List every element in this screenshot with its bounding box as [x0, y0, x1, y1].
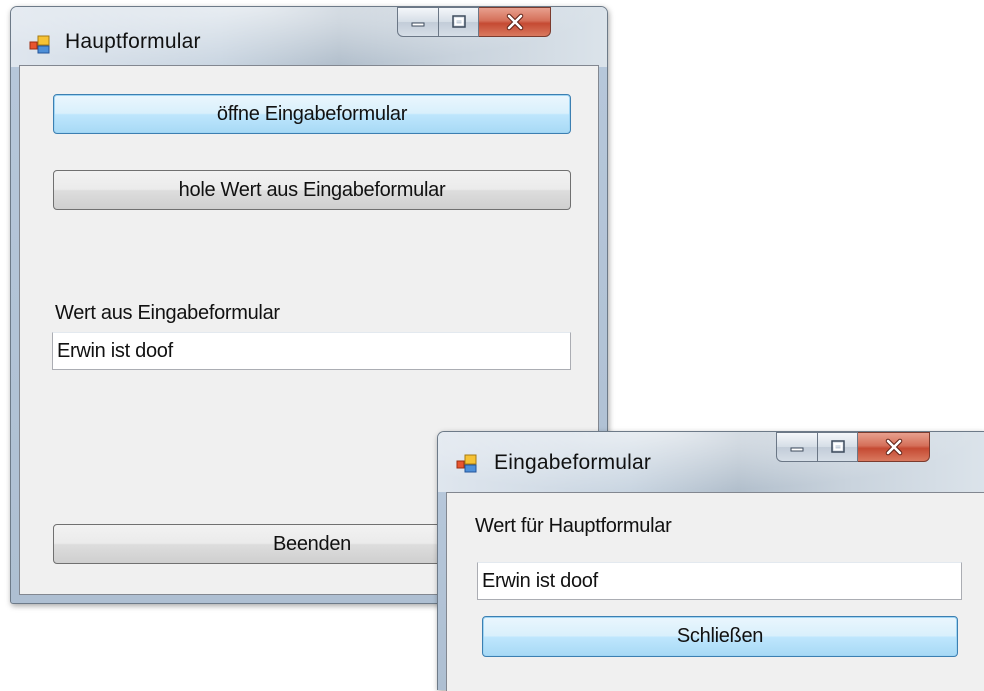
input-form-window: Eingabeformular Wert für Hauptformular S…	[437, 431, 984, 691]
application-icon	[456, 454, 477, 473]
maximize-icon	[451, 15, 466, 28]
input-form-title: Eingabeformular	[494, 451, 652, 474]
input-form-minimize-button[interactable]	[776, 432, 818, 462]
close-form-button[interactable]: Schließen	[482, 616, 958, 657]
close-icon	[885, 438, 902, 456]
open-input-form-button[interactable]: öffne Eingabeformular	[53, 94, 571, 134]
value-for-main-label: Wert für Hauptformular	[475, 515, 672, 537]
value-for-main-field[interactable]	[477, 562, 962, 600]
input-form-caption-buttons	[776, 432, 930, 466]
fetch-value-button[interactable]: hole Wert aus Eingabeformular	[53, 170, 571, 210]
close-icon	[506, 13, 523, 31]
main-form-caption-buttons	[397, 7, 551, 41]
input-form-close-button[interactable]	[858, 432, 930, 462]
main-form-title: Hauptformular	[65, 30, 201, 53]
main-form-minimize-button[interactable]	[397, 7, 439, 37]
value-from-input-field[interactable]	[52, 332, 571, 370]
main-form-close-button[interactable]	[479, 7, 551, 37]
input-form-maximize-button[interactable]	[818, 432, 858, 462]
minimize-icon	[790, 447, 804, 452]
input-form-client-area: Wert für Hauptformular Schließen	[446, 492, 984, 691]
value-from-input-label: Wert aus Eingabeformular	[55, 302, 280, 324]
main-form-maximize-button[interactable]	[439, 7, 479, 37]
minimize-icon	[411, 22, 425, 27]
maximize-icon	[830, 440, 845, 453]
application-icon	[29, 35, 50, 54]
